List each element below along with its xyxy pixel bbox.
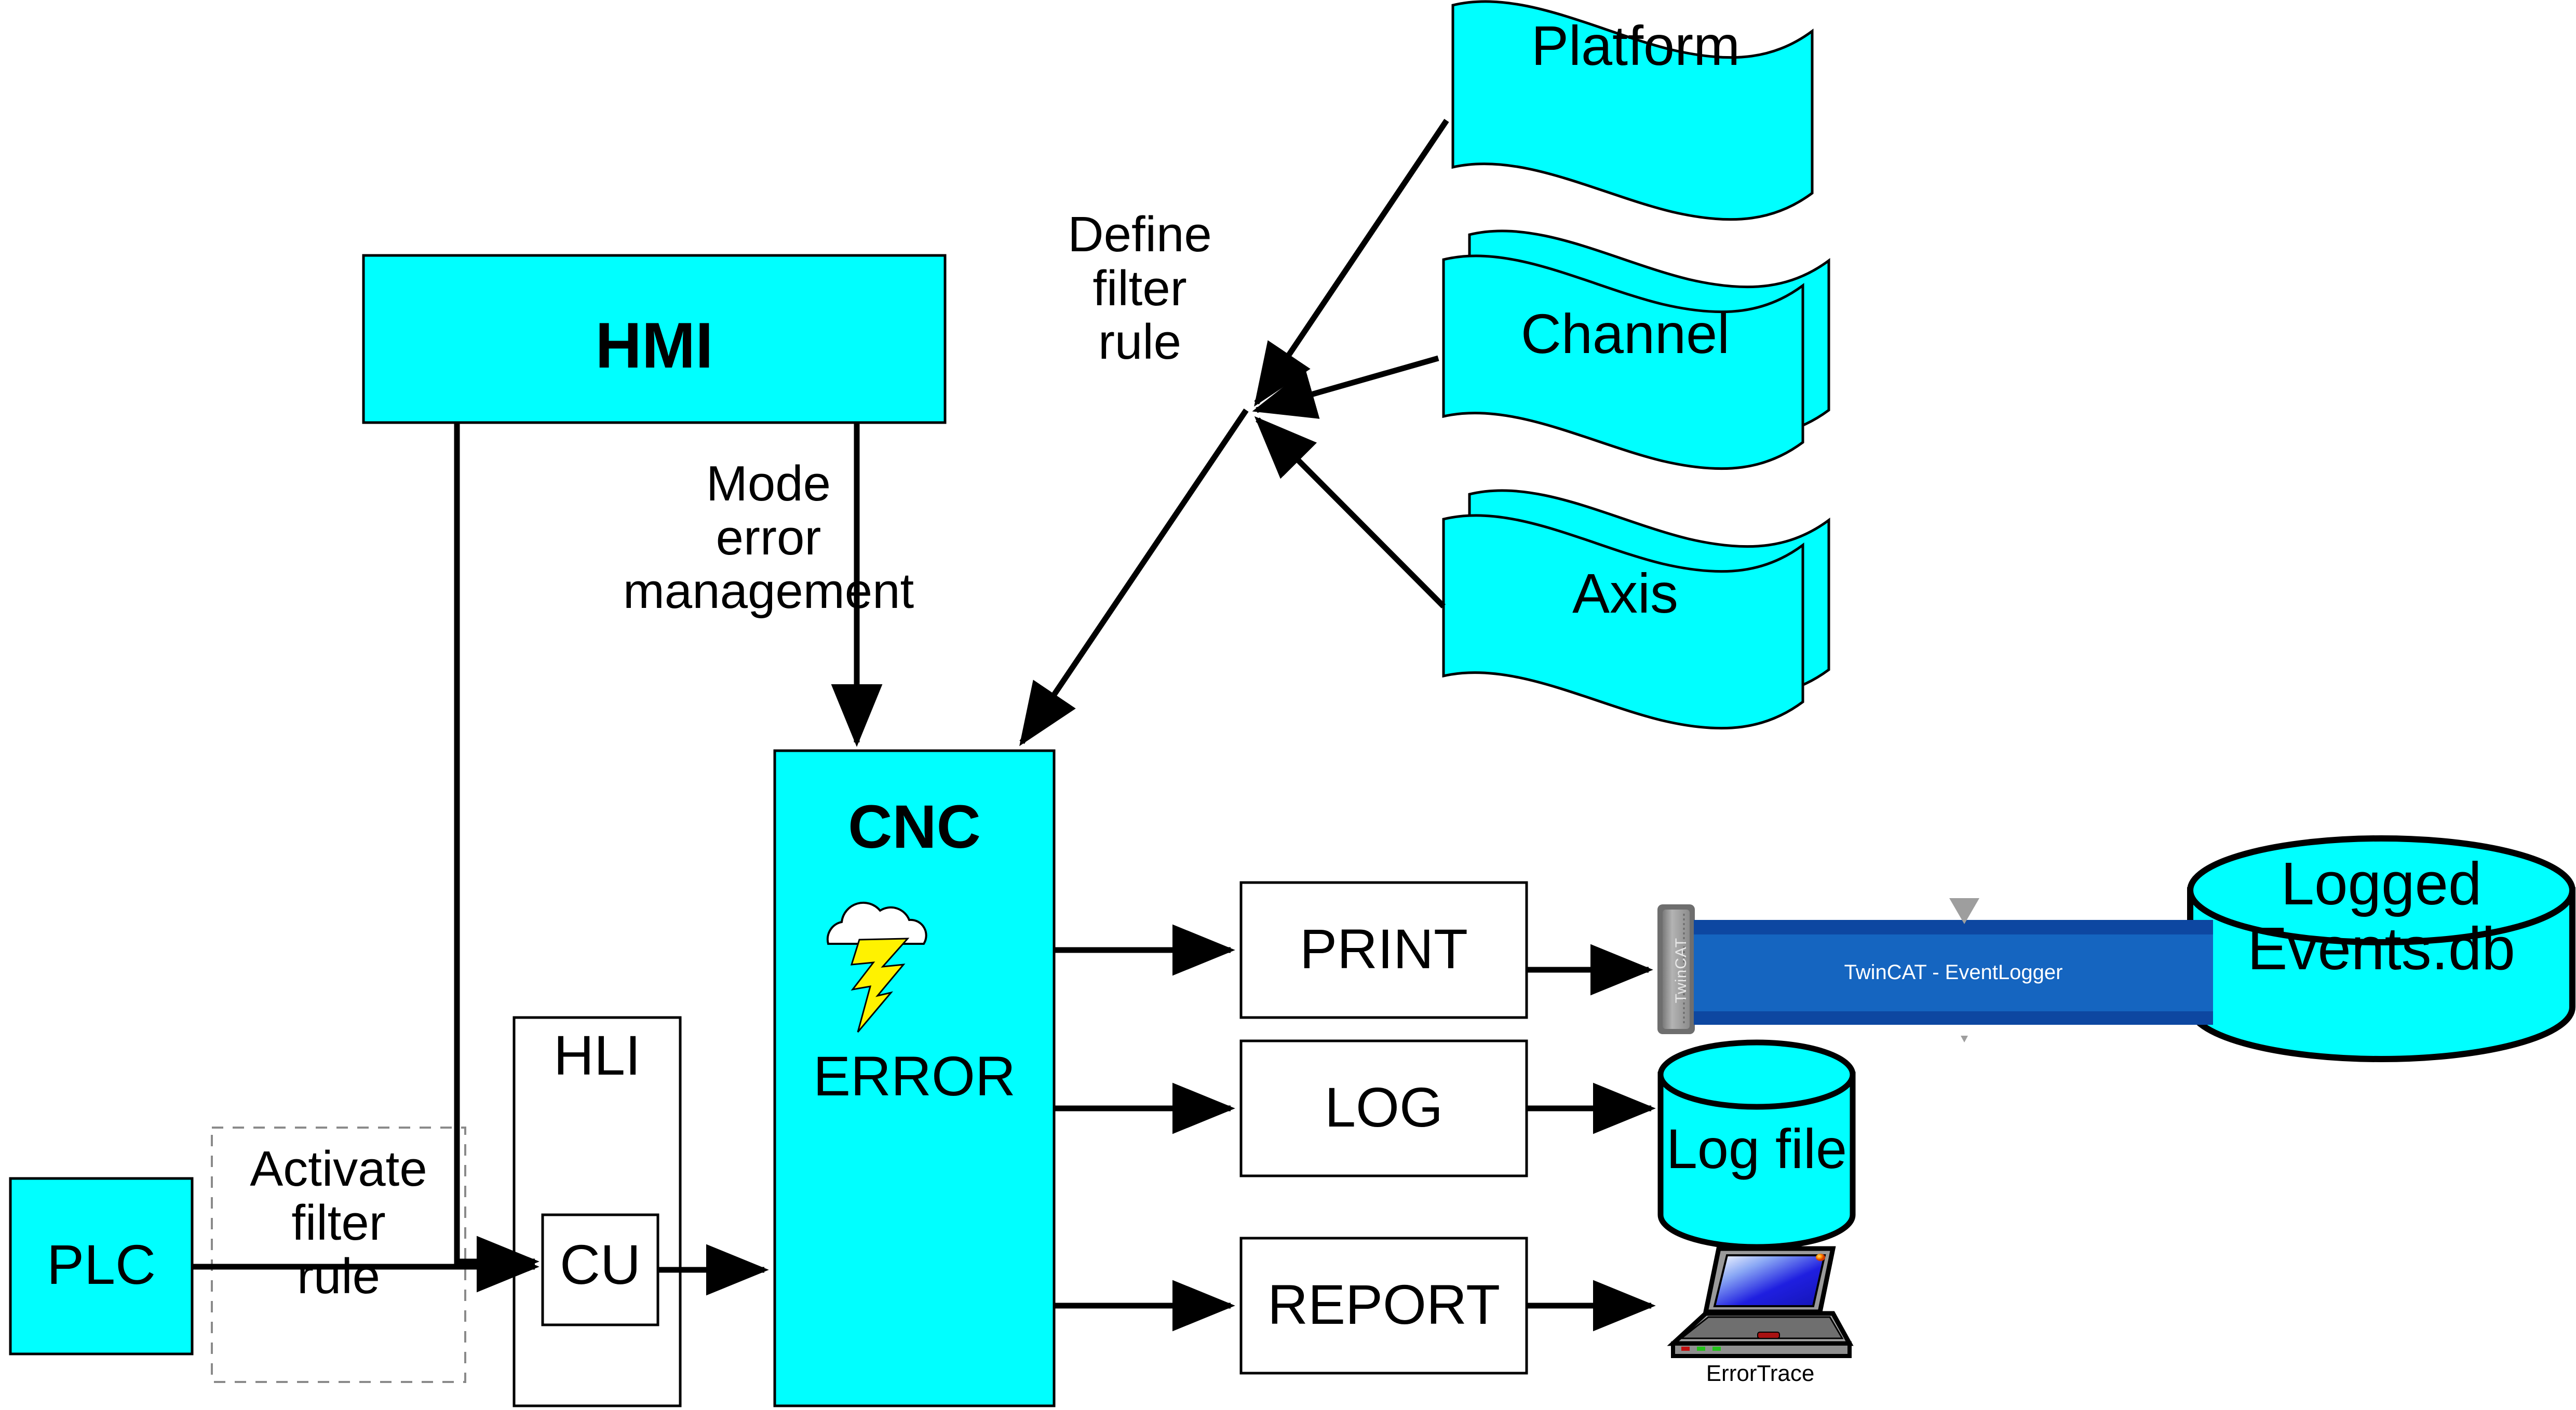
error-trace-laptop-icon bbox=[1667, 1246, 1854, 1358]
diagram-canvas: HMI CNC ERROR HLI CU PLC Platform Channe… bbox=[0, 0, 2576, 1410]
edge-axis-to-junction bbox=[1254, 416, 1446, 608]
node-label-cnc: CNC bbox=[848, 793, 981, 861]
node-label-plc: PLC bbox=[46, 1233, 156, 1296]
edge-label-mode-error-management: Mode error management bbox=[623, 456, 914, 619]
node-label-platform: Platform bbox=[1531, 14, 1741, 77]
node-label-event-logger-tab: TwinCAT bbox=[1672, 937, 1690, 1004]
node-label-hmi: HMI bbox=[595, 310, 713, 382]
node-label-axis: Axis bbox=[1572, 562, 1679, 625]
node-label-hli: HLI bbox=[553, 1024, 641, 1087]
edge-label-define-filter-rule: Define filter rule bbox=[1068, 207, 1212, 370]
node-label-event-logger: TwinCAT - EventLogger bbox=[1844, 961, 2063, 984]
edge-platform-to-junction bbox=[1254, 118, 1449, 407]
node-label-cu: CU bbox=[560, 1233, 641, 1296]
edge-label-activate-filter-rule: Activate filter rule bbox=[250, 1141, 427, 1305]
node-label-cnc-error: ERROR bbox=[813, 1045, 1016, 1107]
edge-junction-to-cnc bbox=[1019, 408, 1249, 747]
node-label-channel: Channel bbox=[1520, 302, 1730, 365]
node-label-log: LOG bbox=[1324, 1076, 1444, 1138]
node-label-error-trace: ErrorTrace bbox=[1706, 1361, 1815, 1386]
node-label-report: REPORT bbox=[1267, 1273, 1501, 1336]
node-label-print: PRINT bbox=[1300, 917, 1468, 980]
node-label-logged-events-db: Logged Events.db bbox=[2247, 850, 2515, 983]
node-label-log-file: Log file bbox=[1666, 1117, 1847, 1180]
